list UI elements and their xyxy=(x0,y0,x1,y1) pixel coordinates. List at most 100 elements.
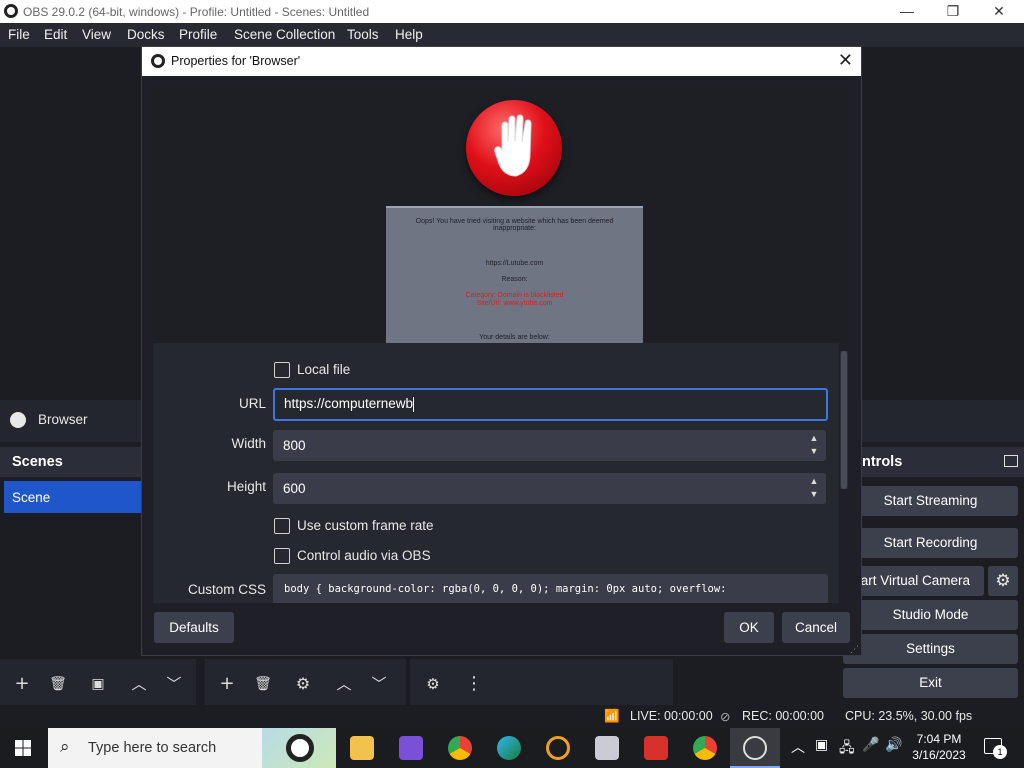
network-tray-icon[interactable]: 🖧 xyxy=(839,737,855,761)
width-increment-icon[interactable]: ▲ xyxy=(808,433,820,443)
window-titlebar: OBS 29.0.2 (64-bit, windows) - Profile: … xyxy=(0,0,1024,23)
chrome-icon-2[interactable] xyxy=(693,736,717,760)
width-decrement-icon[interactable]: ▼ xyxy=(808,446,820,456)
move-source-up-icon[interactable]: ︿ xyxy=(329,670,359,698)
custom-css-textarea[interactable]: body { background-color: rgba(0, 0, 0, 0… xyxy=(273,574,828,603)
move-scene-down-icon[interactable]: ﹀ xyxy=(159,670,189,698)
form-scrollbar[interactable] xyxy=(840,351,848,489)
obs-logo-icon xyxy=(4,4,18,18)
blocked-details: Your details are below: xyxy=(479,334,550,341)
blocked-reason-site: Site/Url: www.ytube.com xyxy=(476,300,553,307)
browser-preview: Oops! You have tried visiting a website … xyxy=(153,88,850,343)
add-scene-icon[interactable]: + xyxy=(7,670,37,698)
magnifier-icon[interactable] xyxy=(546,736,570,760)
taskbar-search-box[interactable]: ⌕ Type here to search xyxy=(48,728,336,768)
resize-grip-icon[interactable]: ⋰ xyxy=(850,645,859,655)
height-value: 600 xyxy=(283,481,306,496)
custom-css-label: Custom CSS xyxy=(187,582,266,597)
dialog-titlebar: Properties for 'Browser' ✕ xyxy=(142,47,861,76)
app-icon[interactable] xyxy=(644,736,668,760)
scene-filters-icon[interactable]: ▣ xyxy=(83,670,113,698)
menu-docks[interactable]: Docks xyxy=(127,27,165,42)
windows-taskbar: ⌕ Type here to search ︿ ▣ 🖧 🎤 🔊 7:04 PM … xyxy=(0,728,1024,768)
width-value: 800 xyxy=(283,438,306,453)
move-scene-up-icon[interactable]: ︿ xyxy=(124,670,154,698)
snipping-tool-icon[interactable] xyxy=(595,736,619,760)
network-icon: 📶 xyxy=(604,709,620,723)
minimize-button[interactable]: — xyxy=(884,0,930,23)
edge-icon[interactable] xyxy=(497,736,521,760)
custom-frame-rate-checkbox[interactable] xyxy=(274,518,290,534)
microphone-icon[interactable]: 🎤 xyxy=(862,737,879,753)
settings-button[interactable]: Settings xyxy=(843,634,1018,664)
obs-taskbar-button[interactable] xyxy=(730,728,780,768)
chrome-icon[interactable] xyxy=(448,736,472,760)
menu-scene-collection[interactable]: Scene Collection xyxy=(234,27,335,42)
cancel-button[interactable]: Cancel xyxy=(782,612,850,643)
volume-icon[interactable]: 🔊 xyxy=(885,737,902,753)
defaults-button[interactable]: Defaults xyxy=(154,612,234,643)
source-properties-icon[interactable]: ⚙ xyxy=(288,670,318,698)
panda-icon xyxy=(286,734,314,762)
menu-tools[interactable]: Tools xyxy=(347,27,379,42)
notification-badge: 1 xyxy=(993,745,1007,759)
clock-date: 3/16/2023 xyxy=(912,748,966,762)
globe-icon xyxy=(10,412,26,428)
notification-icon[interactable]: 1 xyxy=(984,738,1007,759)
studio-mode-button[interactable]: Studio Mode xyxy=(843,600,1018,630)
height-input[interactable]: 600 ▲ ▼ xyxy=(273,473,826,504)
recording-icon: ⊘ xyxy=(720,710,731,724)
exit-button[interactable]: Exit xyxy=(843,668,1018,698)
add-source-icon[interactable]: + xyxy=(212,670,242,698)
url-label: URL xyxy=(238,396,266,411)
file-explorer-icon[interactable] xyxy=(350,736,374,760)
windows-start-icon[interactable] xyxy=(15,740,31,756)
scrollbar-thumb[interactable] xyxy=(841,351,847,489)
menu-file[interactable]: File xyxy=(8,27,30,42)
start-streaming-button[interactable]: Start Streaming xyxy=(843,486,1018,516)
controls-header: ntrols xyxy=(862,447,1024,477)
obs-logo-icon xyxy=(151,54,165,68)
mixer-menu-icon[interactable]: ⋮ xyxy=(459,670,489,698)
obs-taskbar-icon xyxy=(743,736,767,760)
move-source-down-icon[interactable]: ﹀ xyxy=(364,670,394,698)
status-bar: 📶 LIVE: 00:00:00 ⊘ REC: 00:00:00 CPU: 23… xyxy=(0,705,1024,728)
ok-button[interactable]: OK xyxy=(724,612,774,643)
remove-source-icon[interactable]: 🗑 xyxy=(248,670,278,698)
menu-edit[interactable]: Edit xyxy=(44,27,67,42)
control-audio-checkbox[interactable] xyxy=(274,548,290,564)
start-virtual-camera-button[interactable]: tart Virtual Camera xyxy=(843,566,984,596)
remove-scene-icon[interactable]: 🗑 xyxy=(43,670,73,698)
height-increment-icon[interactable]: ▲ xyxy=(808,476,820,486)
menu-view[interactable]: View xyxy=(82,27,111,42)
show-hidden-icons-icon[interactable]: ︿ xyxy=(791,737,805,757)
taskbar-clock[interactable]: 7:04 PM 3/16/2023 xyxy=(908,731,970,763)
dialog-close-icon[interactable]: ✕ xyxy=(838,50,853,71)
clock-time: 7:04 PM xyxy=(916,732,962,746)
audio-advanced-settings-icon[interactable]: ⚙ xyxy=(418,670,448,698)
scene-item[interactable]: Scene xyxy=(4,481,141,513)
close-window-button[interactable]: ✕ xyxy=(976,0,1022,23)
start-recording-button[interactable]: Start Recording xyxy=(843,528,1018,558)
mixer-toolbar xyxy=(410,659,673,705)
live-timer: LIVE: 00:00:00 xyxy=(630,709,713,723)
visual-studio-icon[interactable] xyxy=(399,736,423,760)
rec-timer: REC: 00:00:00 xyxy=(742,709,824,723)
scenes-header: Scenes xyxy=(0,447,141,477)
maximize-button[interactable]: ❐ xyxy=(930,0,976,23)
source-item-browser[interactable]: Browser xyxy=(0,400,141,442)
virtual-camera-settings-icon[interactable]: ⚙ xyxy=(988,566,1018,596)
url-input[interactable]: https://computernewb xyxy=(273,388,828,421)
url-value: https://computernewb xyxy=(284,396,414,411)
local-file-checkbox[interactable] xyxy=(274,362,290,378)
dialog-title: Properties for 'Browser' xyxy=(171,54,301,68)
menu-bar: File Edit View Docks Profile Scene Colle… xyxy=(0,23,1024,47)
tray-app-icon[interactable]: ▣ xyxy=(815,737,828,753)
height-decrement-icon[interactable]: ▼ xyxy=(808,489,820,499)
properties-dialog: Properties for 'Browser' ✕ Oops! You hav… xyxy=(141,46,862,656)
menu-help[interactable]: Help xyxy=(395,27,423,42)
local-file-label: Local file xyxy=(297,362,351,377)
width-input[interactable]: 800 ▲ ▼ xyxy=(273,430,826,461)
undock-icon[interactable] xyxy=(1004,455,1018,467)
menu-profile[interactable]: Profile xyxy=(179,27,217,42)
